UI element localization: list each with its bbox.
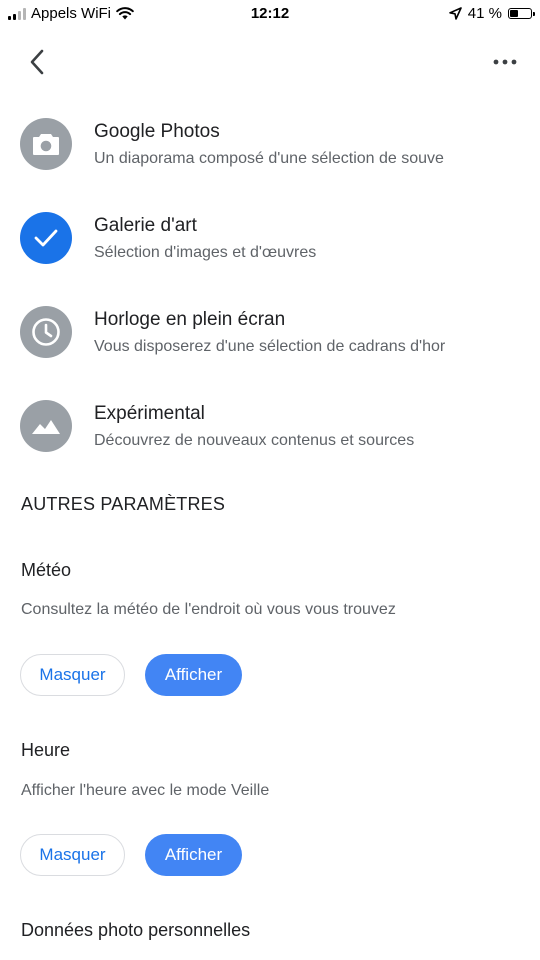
status-bar: Appels WiFi 12:12 41 % [0,0,540,30]
weather-hide-button[interactable]: Masquer [20,654,125,696]
weather-title: Météo [21,560,72,580]
time-show-button[interactable]: Afficher [145,834,242,876]
option-icon-circle [20,118,72,170]
location-arrow-icon [448,7,462,20]
option-subtitle: Vous disposerez d'une sélection de cadra… [94,338,446,355]
time-hide-button[interactable]: Masquer [20,834,125,876]
option-art-gallery[interactable]: Galerie d'art Sélection d'images et d'œu… [0,198,540,292]
time-title: Heure [21,740,71,760]
weather-description: Consultez la météo de l'endroit où vous … [21,601,396,618]
option-experimental[interactable]: Expérimental Découvrez de nouveaux conte… [0,386,540,480]
option-icon-circle [20,306,72,358]
option-icon-circle [20,212,72,264]
more-horizontal-icon [493,59,517,65]
battery-percent: 41 % [467,5,502,22]
option-icon-circle [20,400,72,452]
back-button[interactable] [20,42,54,82]
section-header-other-settings: AUTRES PARAMÈTRES [21,494,226,514]
check-icon [34,229,58,247]
option-subtitle: Découvrez de nouveaux contenus et source… [94,432,415,449]
clock-icon [32,318,60,346]
more-options-button[interactable] [488,42,522,82]
landscape-icon [32,420,60,434]
option-subtitle: Un diaporama composé d'une sélection de … [94,150,444,167]
ambient-mode-options: Google Photos Un diaporama composé d'une… [0,104,540,480]
chevron-left-icon [30,49,44,75]
option-title: Horloge en plein écran [94,309,286,330]
camera-icon [33,134,59,155]
weather-button-row: Masquer Afficher [20,654,242,696]
weather-show-button[interactable]: Afficher [145,654,242,696]
option-fullscreen-clock[interactable]: Horloge en plein écran Vous disposerez d… [0,292,540,386]
option-subtitle: Sélection d'images et d'œuvres [94,244,317,261]
top-bar [0,30,540,94]
option-title: Galerie d'art [94,215,197,236]
option-title: Expérimental [94,403,205,424]
personal-photo-data-title[interactable]: Données photo personnelles [21,920,250,941]
time-button-row: Masquer Afficher [20,834,242,876]
status-right: 41 % [448,5,535,22]
battery-icon [508,8,535,19]
option-google-photos[interactable]: Google Photos Un diaporama composé d'une… [0,104,540,198]
time-description: Afficher l'heure avec le mode Veille [21,782,270,799]
option-title: Google Photos [94,121,220,142]
